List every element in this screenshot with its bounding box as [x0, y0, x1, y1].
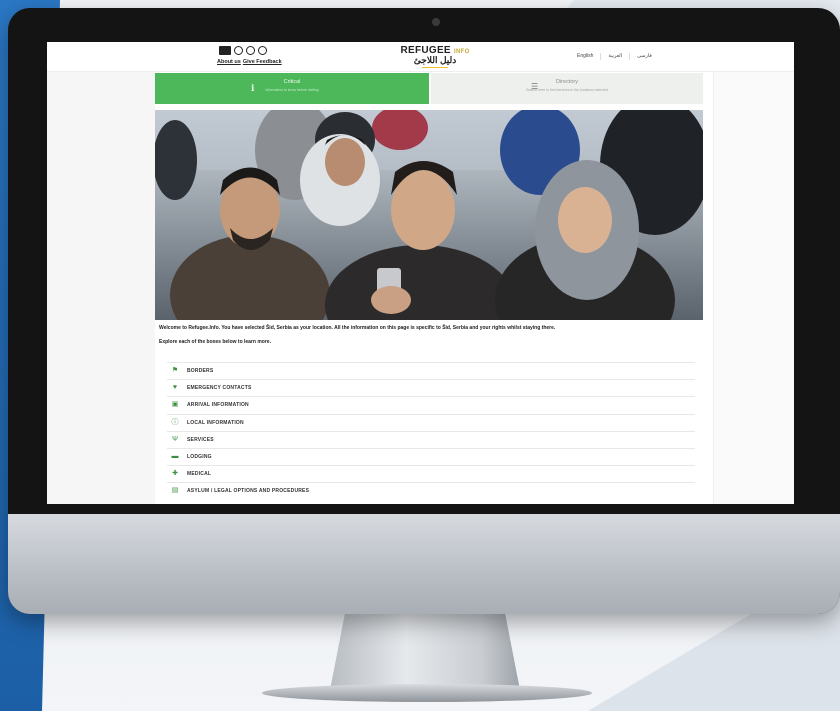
right-margin [713, 72, 794, 504]
section-services[interactable]: Ψ SERVICES [167, 430, 695, 448]
irc-logo-icon [219, 46, 231, 55]
info-icon: ⓘ [171, 418, 179, 426]
section-medical[interactable]: ✚ MEDICAL [167, 465, 695, 482]
cutlery-icon: Ψ [172, 435, 178, 443]
header-links: About us Give Feedback [217, 59, 282, 65]
lang-english[interactable]: English [577, 53, 593, 60]
unhcr-logo-icon [246, 46, 255, 55]
tab-directory-title: Directory [555, 79, 578, 85]
brand-name-info: INFO [454, 49, 470, 55]
welcome-text: Welcome to Refugee.Info. You have select… [159, 325, 556, 331]
section-label: LOCAL INFORMATION [187, 419, 244, 426]
section-emergency-contacts[interactable]: ♥ EMERGENCY CONTACTS [167, 379, 695, 396]
sections-list: ⚑ BORDERS ♥ EMERGENCY CONTACTS ▣ ARRIVAL… [167, 362, 695, 500]
signpost-icon: ⚑ [171, 367, 179, 375]
car-icon: ▣ [171, 401, 179, 409]
mercy-corps-logo-icon [258, 46, 267, 55]
bed-icon: ▬ [171, 453, 179, 461]
lang-divider [629, 53, 631, 60]
brand-name-ar: دليل اللاجئ [413, 55, 457, 65]
lang-divider [600, 53, 602, 60]
heart-icon: ♥ [172, 384, 178, 392]
partner-logos [219, 46, 267, 55]
lang-farsi[interactable]: فارسی [637, 53, 652, 60]
monitor-stand-neck [330, 612, 520, 690]
lang-arabic[interactable]: العربية [608, 53, 622, 60]
section-arrival-information[interactable]: ▣ ARRIVAL INFORMATION [167, 396, 695, 413]
give-feedback-link[interactable]: Give Feedback [243, 59, 282, 65]
tab-critical-title: Critical [283, 79, 301, 85]
tab-directory[interactable]: ☰ Directory Search here to find services… [431, 73, 703, 104]
about-us-link[interactable]: About us [217, 59, 241, 65]
section-asylum-legal[interactable]: ▤ ASYLUM / LEGAL OPTIONS AND PROCEDURES [167, 482, 695, 499]
tab-critical[interactable]: ℹ Critical Information to know before vi… [155, 73, 429, 104]
camera-icon [432, 18, 440, 26]
partner-logo-icon [234, 46, 243, 55]
monitor-chin [8, 514, 840, 614]
section-lodging[interactable]: ▬ LODGING [167, 447, 695, 465]
brand-logo[interactable]: REFUGEE INFO دليل اللاجئ [395, 45, 475, 68]
section-borders[interactable]: ⚑ BORDERS [167, 362, 695, 379]
section-local-information[interactable]: ⓘ LOCAL INFORMATION [167, 413, 695, 431]
monitor-stand-base [262, 684, 592, 702]
medkit-icon: ✚ [172, 470, 178, 478]
section-label: MEDICAL [187, 471, 212, 478]
section-label: ARRIVAL INFORMATION [187, 402, 249, 409]
brand-underline [422, 67, 448, 68]
screen: About us Give Feedback REFUGEE INFO دليل… [47, 42, 794, 504]
language-switcher: English العربية فارسی [577, 53, 652, 60]
left-margin [47, 72, 155, 504]
hero-photo-illustration [155, 110, 703, 320]
document-icon: ▤ [171, 487, 179, 495]
section-label: LODGING [187, 454, 212, 461]
section-label: SERVICES [187, 436, 214, 443]
section-label: EMERGENCY CONTACTS [187, 385, 252, 392]
section-label: ASYLUM / LEGAL OPTIONS AND PROCEDURES [187, 488, 310, 495]
site-header: About us Give Feedback REFUGEE INFO دليل… [47, 42, 794, 72]
explore-text: Explore each of the boxes below to learn… [159, 339, 271, 345]
tab-critical-subtitle: Information to know before visiting [265, 88, 319, 92]
section-label: BORDERS [187, 368, 214, 375]
hero-photo [155, 110, 703, 320]
tab-directory-subtitle: Search here to find services in the loca… [526, 88, 608, 92]
